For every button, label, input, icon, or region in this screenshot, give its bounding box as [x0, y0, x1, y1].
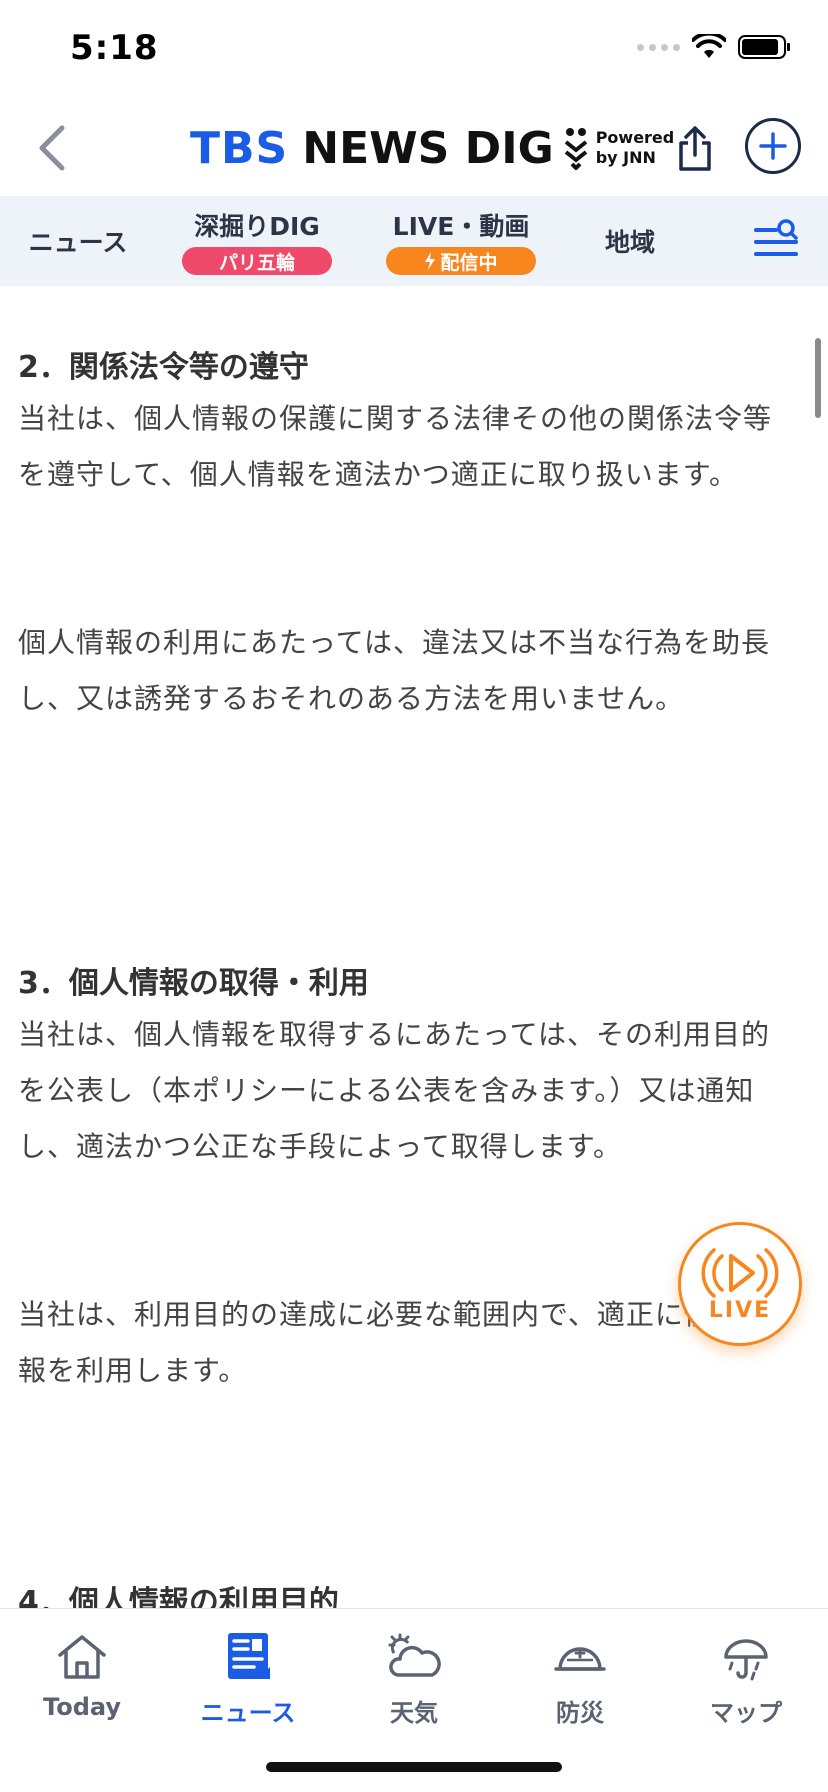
back-button[interactable] — [22, 118, 82, 178]
streaming-badge: 配信中 — [386, 247, 536, 275]
wifi-icon — [692, 34, 726, 58]
nav-item-label: 地域 — [604, 228, 655, 257]
tab-weather[interactable]: 天気 — [344, 1629, 484, 1739]
chevron-left-icon — [39, 125, 65, 171]
battery-icon — [738, 35, 790, 59]
policy-content[interactable]: 2．関係法令等の遵守 当社は、個人情報の保護に関する法律その他の関係法令等を遵守… — [0, 286, 828, 1608]
logo-mark-icon — [564, 128, 587, 170]
paragraph: 当社は、個人情報の保護に関する法律その他の関係法令等を遵守して、個人情報を適法か… — [18, 402, 773, 491]
tbs-news-dig-logo: TBS NEWS DIG Powered by JNN — [190, 120, 674, 176]
nav-item-region[interactable]: 地域 — [590, 196, 670, 286]
tab-label: マップ — [710, 1699, 782, 1727]
app-header: TBS NEWS DIG Powered by JNN — [0, 100, 828, 196]
paragraph: 個人情報の利用にあたっては、違法又は不当な行為を助長し、又は誘発するおそれのある… — [18, 626, 771, 715]
news-icon — [228, 1633, 270, 1679]
cellular-signal-icon — [637, 43, 680, 51]
tab-news[interactable]: ニュース — [178, 1629, 318, 1739]
live-floating-button[interactable]: LIVE — [678, 1222, 802, 1346]
tab-label: Today — [43, 1693, 121, 1721]
section-heading: 4．個人情報の利用目的 — [18, 1585, 339, 1608]
badge-label: パリ五輪 — [218, 251, 295, 274]
add-button[interactable] — [745, 118, 801, 174]
plus-icon — [759, 132, 787, 160]
home-icon — [58, 1635, 106, 1679]
nav-item-news[interactable]: ニュース — [20, 196, 136, 286]
nav-item-fukabori-dig[interactable]: 深掘りDIG パリ五輪 — [182, 196, 332, 286]
helmet-icon — [554, 1647, 606, 1671]
logo-powered-by: Powered by JNN — [596, 128, 675, 168]
tab-disaster-prevention[interactable]: 防災 — [510, 1629, 650, 1739]
logo-news-dig: NEWS DIG — [302, 122, 554, 174]
weather-icon — [388, 1633, 441, 1677]
badge-label: 配信中 — [440, 251, 498, 274]
tab-today[interactable]: Today — [12, 1629, 152, 1739]
status-time: 5:18 — [70, 28, 159, 68]
live-label: LIVE — [708, 1297, 772, 1323]
logo-tbs: TBS — [190, 122, 289, 174]
menu-search-button[interactable] — [752, 218, 800, 264]
menu-search-icon — [754, 219, 798, 256]
nav-item-label: LIVE・動画 — [392, 212, 530, 241]
map-icon — [724, 1639, 768, 1681]
logo-powered-line2: by JNN — [595, 148, 656, 167]
nav-item-label: 深掘りDIG — [194, 212, 320, 241]
tab-label: 天気 — [390, 1699, 438, 1727]
status-icons — [637, 34, 792, 60]
category-nav: ニュース 深掘りDIG パリ五輪 LIVE・動画 配信中 地域 — [0, 196, 828, 286]
logo-powered-line1: Powered — [595, 128, 675, 147]
share-icon — [679, 126, 711, 171]
section-heading: 2．関係法令等の遵守 — [18, 350, 309, 385]
tab-map[interactable]: マップ — [676, 1629, 816, 1739]
share-button[interactable] — [664, 118, 726, 180]
tab-label: ニュース — [200, 1699, 296, 1727]
status-bar: 5:18 — [0, 0, 828, 100]
lightning-icon — [425, 252, 436, 270]
live-play-icon — [701, 1247, 779, 1298]
nav-item-label: ニュース — [28, 228, 128, 257]
paragraph: 当社は、個人情報を取得するにあたっては、その利用目的を公表し（本ポリシーによる公… — [18, 1018, 771, 1163]
section-heading: 3．個人情報の取得・利用 — [18, 966, 369, 1001]
home-indicator — [266, 1762, 562, 1772]
scrollbar-thumb[interactable] — [815, 338, 821, 418]
paris-olympics-badge: パリ五輪 — [182, 247, 332, 275]
tab-label: 防災 — [556, 1699, 604, 1727]
nav-item-live-video[interactable]: LIVE・動画 配信中 — [386, 196, 536, 286]
